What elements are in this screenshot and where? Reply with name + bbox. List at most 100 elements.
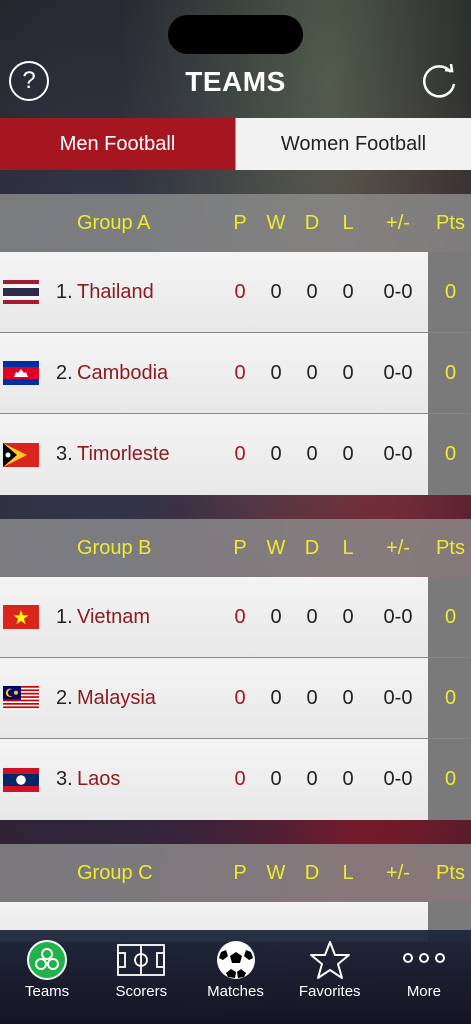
played: 0	[234, 280, 246, 303]
won: 0	[270, 280, 282, 303]
lost: 0	[342, 605, 354, 628]
played: 0	[234, 686, 246, 709]
bottom-tab-bar: Teams Scorers Matches Favorites More	[0, 930, 471, 1024]
col-l: L	[342, 536, 354, 559]
won: 0	[270, 686, 282, 709]
goal-diff: 0-0	[383, 443, 413, 465]
group-a: Group A P W D L +/- Pts 1. Thailand 0 0 …	[0, 194, 471, 495]
played: 0	[234, 443, 246, 465]
group-header: Group A P W D L +/- Pts	[0, 194, 471, 252]
team-name[interactable]: Vietnam	[77, 606, 150, 629]
col-d: D	[304, 211, 320, 234]
group-name: Group C	[77, 861, 153, 884]
won: 0	[270, 605, 282, 628]
won: 0	[270, 768, 282, 790]
col-gd: +/-	[386, 211, 410, 234]
team-rank: 3.	[56, 768, 73, 790]
table-row[interactable]: 3. Timorleste 0 0 0 0 0-0 0	[0, 414, 471, 495]
more-dots-icon	[402, 953, 445, 963]
points: 0	[444, 361, 457, 384]
team-name[interactable]: Malaysia	[77, 687, 156, 710]
device-notch	[168, 15, 303, 54]
tabbar-item-teams[interactable]: Teams	[0, 930, 94, 1024]
tabbar-item-favorites[interactable]: Favorites	[283, 930, 377, 1024]
thailand-flag	[3, 280, 39, 304]
goal-diff: 0-0	[383, 280, 413, 303]
drawn: 0	[306, 443, 318, 465]
drawn: 0	[306, 768, 318, 790]
col-p: P	[233, 536, 247, 559]
tab-women-football[interactable]: Women Football	[235, 118, 471, 170]
col-d: D	[304, 536, 320, 559]
refresh-button[interactable]	[417, 60, 461, 104]
col-pts: Pts	[436, 536, 465, 559]
tabbar-item-matches[interactable]: Matches	[188, 930, 282, 1024]
tabbar-label: Favorites	[298, 983, 361, 1000]
refresh-icon	[423, 63, 456, 98]
won: 0	[270, 443, 282, 465]
team-name[interactable]: Cambodia	[77, 362, 168, 385]
col-w: W	[266, 536, 286, 559]
points: 0	[444, 280, 457, 303]
team-name[interactable]: Laos	[77, 768, 120, 791]
col-l: L	[342, 861, 354, 884]
col-gd: +/-	[386, 536, 410, 559]
tabbar-label: Scorers	[115, 983, 168, 1000]
drawn: 0	[306, 361, 318, 384]
page-title: TEAMS	[185, 66, 286, 97]
pitch-icon	[117, 944, 166, 976]
gender-tabs: Men Football Women Football	[0, 118, 471, 170]
goal-diff: 0-0	[383, 605, 413, 628]
group-header: Group C P W D L +/- Pts	[0, 844, 471, 902]
tab-men-football[interactable]: Men Football	[0, 118, 235, 170]
team-name[interactable]: Timorleste	[77, 443, 170, 466]
lost: 0	[342, 280, 354, 303]
won: 0	[270, 361, 282, 384]
tabbar-label: Teams	[25, 983, 70, 1000]
table-row[interactable]: 2. Cambodia 0 0 0 0 0-0 0	[0, 333, 471, 414]
team-name[interactable]: Thailand	[77, 281, 154, 304]
col-d: D	[304, 861, 320, 884]
goal-diff: 0-0	[383, 768, 413, 790]
col-pts: Pts	[436, 861, 465, 884]
points: 0	[444, 605, 457, 628]
lost: 0	[342, 361, 354, 384]
col-w: W	[266, 211, 286, 234]
col-gd: +/-	[386, 861, 410, 884]
points: 0	[444, 443, 457, 465]
laos-flag	[3, 767, 39, 792]
col-l: L	[342, 211, 354, 234]
malaysia-flag	[3, 686, 39, 710]
goal-diff: 0-0	[383, 686, 413, 709]
tabbar-item-more[interactable]: More	[377, 930, 471, 1024]
col-p: P	[233, 861, 247, 884]
table-row[interactable]: 1. Vietnam 0 0 0 0 0-0 0	[0, 577, 471, 658]
lost: 0	[342, 768, 354, 790]
lost: 0	[342, 443, 354, 465]
group-c: Group C P W D L +/- Pts	[0, 844, 471, 942]
played: 0	[234, 605, 246, 628]
team-rank: 1.	[56, 605, 73, 628]
group-b: Group B P W D L +/- Pts 1. Vietnam 0 0 0…	[0, 519, 471, 820]
table-row[interactable]: 1. Thailand 0 0 0 0 0-0 0	[0, 252, 471, 333]
table-row[interactable]: 3. Laos 0 0 0 0 0-0 0	[0, 739, 471, 820]
played: 0	[234, 361, 246, 384]
points: 0	[444, 686, 457, 709]
group-name: Group B	[77, 536, 152, 559]
lost: 0	[342, 686, 354, 709]
tabbar-label: Matches	[207, 983, 264, 1000]
cambodia-flag	[3, 361, 39, 385]
team-rank: 1.	[56, 280, 73, 303]
team-rank: 2.	[56, 361, 73, 384]
tabbar-label: More	[406, 983, 441, 1000]
group-name: Group A	[77, 211, 151, 234]
tabbar-item-scorers[interactable]: Scorers	[94, 930, 188, 1024]
drawn: 0	[306, 280, 318, 303]
group-header: Group B P W D L +/- Pts	[0, 519, 471, 577]
col-p: P	[233, 211, 247, 234]
table-row[interactable]: 2. Malaysia 0 0 0 0 0-0 0	[0, 658, 471, 739]
team-rank: 2.	[56, 686, 73, 709]
star-icon	[309, 941, 350, 979]
timorleste-flag	[3, 442, 39, 467]
header: ? TEAMS	[0, 56, 471, 112]
